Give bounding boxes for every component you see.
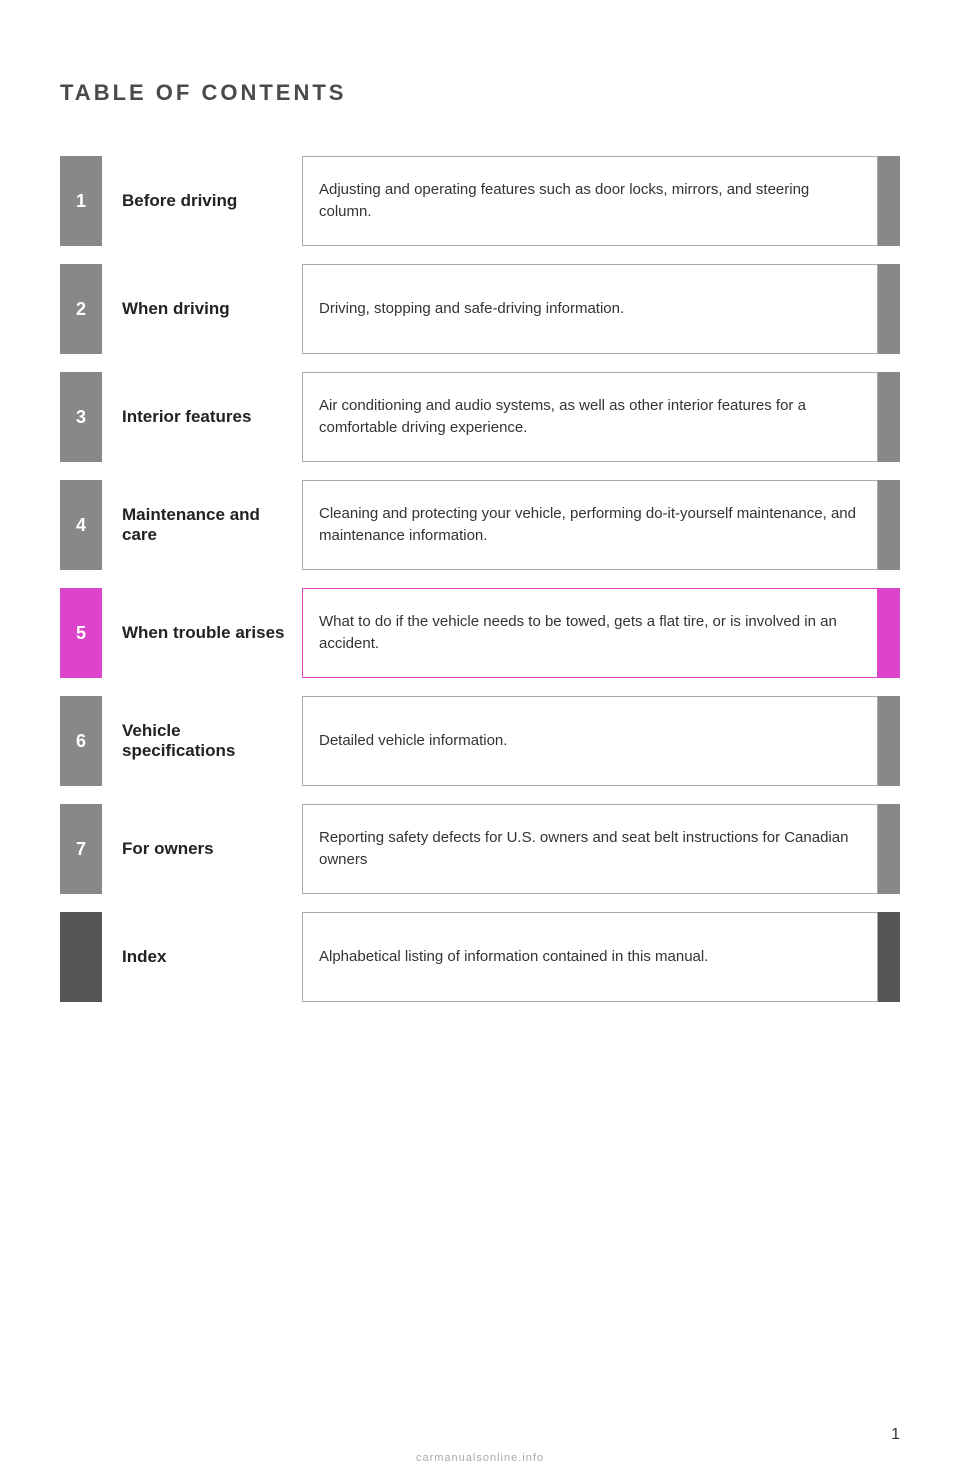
chapter-number-2: 2 — [60, 264, 102, 354]
chapter-sidebar-6 — [878, 696, 900, 786]
chapter-number-6: 6 — [60, 696, 102, 786]
toc-item-3: 3Interior featuresAir conditioning and a… — [60, 372, 900, 462]
chapter-label-6: Vehicle specifications — [102, 696, 302, 786]
chapter-sidebar-index — [878, 912, 900, 1002]
chapter-desc-6: Detailed vehicle information. — [302, 696, 878, 786]
chapter-number-5: 5 — [60, 588, 102, 678]
chapter-label-1: Before driving — [102, 156, 302, 246]
chapter-label-7: For owners — [102, 804, 302, 894]
chapter-desc-3: Air conditioning and audio systems, as w… — [302, 372, 878, 462]
page-title: TABLE OF CONTENTS — [60, 80, 900, 106]
chapter-desc-4: Cleaning and protecting your vehicle, pe… — [302, 480, 878, 570]
chapter-number-1: 1 — [60, 156, 102, 246]
chapter-sidebar-2 — [878, 264, 900, 354]
toc-item-1: 1Before drivingAdjusting and operating f… — [60, 156, 900, 246]
toc-item-4: 4Maintenance and careCleaning and protec… — [60, 480, 900, 570]
chapter-number-3: 3 — [60, 372, 102, 462]
chapter-sidebar-4 — [878, 480, 900, 570]
chapter-sidebar-5 — [878, 588, 900, 678]
chapter-desc-2: Driving, stopping and safe-driving infor… — [302, 264, 878, 354]
watermark: carmanualsonline.info — [0, 1452, 960, 1464]
toc-item-2: 2When drivingDriving, stopping and safe-… — [60, 264, 900, 354]
chapter-desc-5: What to do if the vehicle needs to be to… — [302, 588, 878, 678]
chapter-label-3: Interior features — [102, 372, 302, 462]
chapter-label-4: Maintenance and care — [102, 480, 302, 570]
chapter-sidebar-1 — [878, 156, 900, 246]
chapter-desc-7: Reporting safety defects for U.S. owners… — [302, 804, 878, 894]
toc-item-6: 6Vehicle specificationsDetailed vehicle … — [60, 696, 900, 786]
chapter-desc-index: Alphabetical listing of information cont… — [302, 912, 878, 1002]
page: TABLE OF CONTENTS 1Before drivingAdjusti… — [0, 0, 960, 1484]
toc-item-index: IndexAlphabetical listing of information… — [60, 912, 900, 1002]
page-number: 1 — [891, 1426, 900, 1444]
chapter-desc-1: Adjusting and operating features such as… — [302, 156, 878, 246]
toc-item-7: 7For ownersReporting safety defects for … — [60, 804, 900, 894]
chapter-number-index — [60, 912, 102, 1002]
chapter-label-index: Index — [102, 912, 302, 1002]
toc-list: 1Before drivingAdjusting and operating f… — [60, 156, 900, 1002]
chapter-number-4: 4 — [60, 480, 102, 570]
chapter-label-5: When trouble arises — [102, 588, 302, 678]
chapter-number-7: 7 — [60, 804, 102, 894]
chapter-label-2: When driving — [102, 264, 302, 354]
chapter-sidebar-3 — [878, 372, 900, 462]
chapter-sidebar-7 — [878, 804, 900, 894]
toc-item-5: 5When trouble arisesWhat to do if the ve… — [60, 588, 900, 678]
